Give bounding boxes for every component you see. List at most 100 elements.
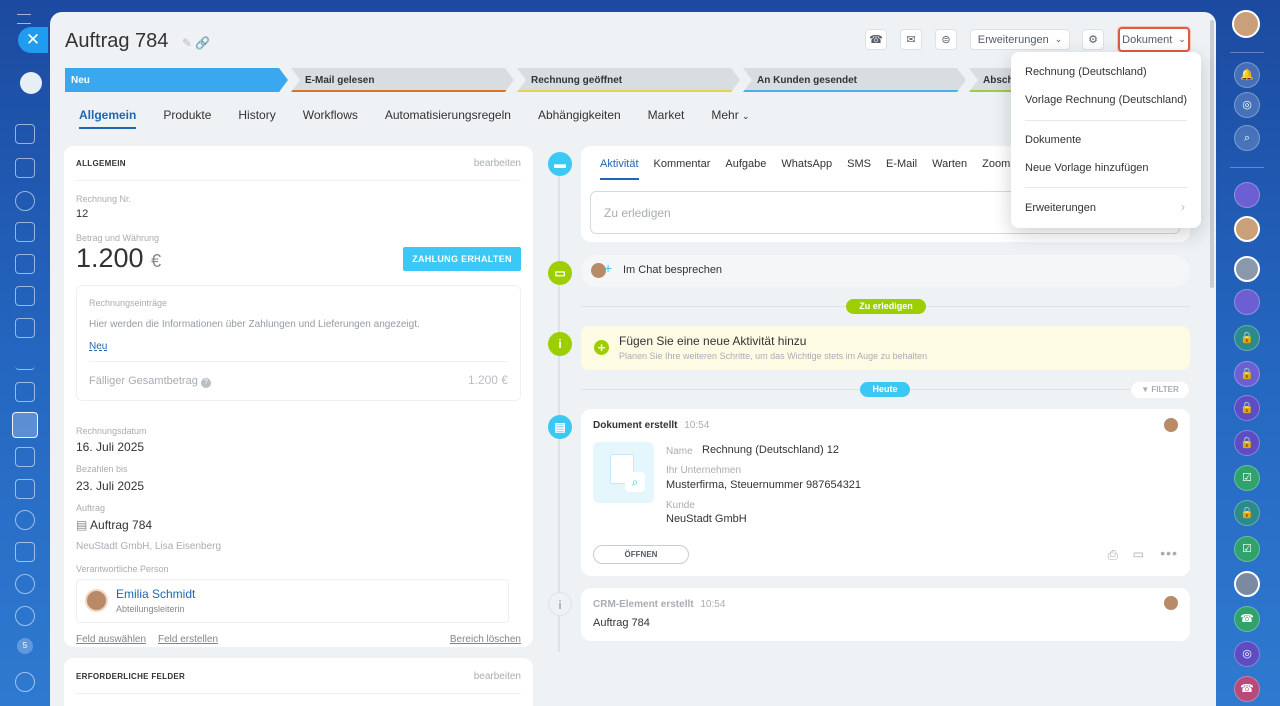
- contacts-icon[interactable]: [15, 191, 35, 211]
- extensions-button[interactable]: Erweiterungen ⌄: [970, 29, 1070, 50]
- tab-dependencies[interactable]: Abhängigkeiten: [538, 108, 621, 129]
- menu-item-invoice-template-de[interactable]: Vorlage Rechnung (Deutschland): [1025, 94, 1187, 106]
- payment-received-button[interactable]: ZAHLUNG ERHALTEN: [403, 247, 521, 271]
- open-document-button[interactable]: ÖFFNEN: [593, 545, 689, 564]
- responsible-name[interactable]: Emilia Schmidt: [116, 587, 195, 601]
- scrollbar[interactable]: [1210, 20, 1214, 288]
- tab-zoom[interactable]: Zoom: [982, 158, 1010, 180]
- tab-automation-rules[interactable]: Automatisierungsregeln: [385, 108, 511, 129]
- help-icon[interactable]: ?: [200, 378, 211, 388]
- stage-neu[interactable]: Neu: [65, 68, 288, 92]
- user-avatar[interactable]: [1232, 10, 1260, 38]
- document-thumbnail-icon[interactable]: ⌕: [593, 442, 654, 503]
- tab-task[interactable]: Aufgabe: [725, 158, 766, 180]
- tab-comment[interactable]: Kommentar: [654, 158, 711, 180]
- shop-icon[interactable]: [15, 382, 35, 402]
- stage-sent-to-client[interactable]: An Kunden gesendet: [743, 68, 966, 92]
- task-chat-icon[interactable]: ☑: [1234, 536, 1260, 562]
- chat-icon[interactable]: [15, 254, 35, 274]
- tab-wait[interactable]: Warten: [932, 158, 967, 180]
- tab-more[interactable]: Mehr ⌄: [711, 108, 749, 129]
- close-icon: ✕: [25, 30, 41, 49]
- settings-button[interactable]: ⚙: [1082, 29, 1104, 50]
- contact-avatar[interactable]: [1234, 256, 1260, 282]
- tab-history[interactable]: History: [238, 108, 275, 129]
- tab-sms[interactable]: SMS: [847, 158, 871, 180]
- menu-item-documents[interactable]: Dokumente: [1025, 134, 1081, 146]
- doc-name-value: Rechnung (Deutschland) 12: [702, 444, 839, 456]
- crm-icon[interactable]: [12, 412, 38, 438]
- select-field-link[interactable]: Feld auswählen: [76, 634, 146, 645]
- bot-icon[interactable]: [15, 574, 35, 594]
- stage-invoice-opened[interactable]: Rechnung geöffnet: [517, 68, 740, 92]
- chat-group-icon[interactable]: [1234, 182, 1260, 208]
- total-due-label: Fälliger Gesamtbetrag ?: [89, 375, 211, 388]
- lock-chat-icon[interactable]: 🔒: [1234, 361, 1260, 387]
- total-label-text: Fälliger Gesamtbetrag: [89, 375, 198, 387]
- task-chat-icon[interactable]: ☑: [1234, 465, 1260, 491]
- tab-allgemein[interactable]: Allgemein: [79, 108, 137, 129]
- tab-produkte[interactable]: Produkte: [163, 108, 211, 129]
- print-icon[interactable]: ⎙: [1108, 547, 1118, 563]
- note-icon[interactable]: ▭: [1133, 547, 1144, 561]
- menu-item-add-template[interactable]: Neue Vorlage hinzufügen: [1025, 162, 1149, 174]
- signature-icon[interactable]: [15, 447, 35, 467]
- lock-chat-icon[interactable]: 🔒: [1234, 325, 1260, 351]
- create-field-link[interactable]: Feld erstellen: [158, 634, 218, 645]
- add-activity-card[interactable]: + Fügen Sie eine neue Aktivität hinzu Pl…: [581, 326, 1190, 370]
- chat-discuss-bar[interactable]: + Im Chat besprechen: [581, 255, 1190, 287]
- chat-button[interactable]: ⊜: [935, 29, 957, 50]
- tab-activity[interactable]: Aktivität: [600, 158, 639, 180]
- contact-avatar[interactable]: [1234, 216, 1260, 242]
- edit-section-link[interactable]: bearbeiten: [474, 158, 521, 169]
- add-entry-link[interactable]: Neu: [89, 341, 107, 352]
- phone-chat-icon[interactable]: ☎: [1234, 676, 1260, 702]
- goals-icon[interactable]: [15, 606, 35, 626]
- order-link[interactable]: ▤ Auftrag 784: [76, 518, 152, 532]
- responsible-role: Abteilungsleiterin: [116, 604, 185, 614]
- document-button[interactable]: Dokument ⌄: [1118, 27, 1190, 52]
- feed-icon[interactable]: [15, 124, 35, 144]
- documents-icon[interactable]: [15, 222, 35, 242]
- analytics-icon[interactable]: [15, 350, 35, 370]
- chevron-right-icon: ›: [1181, 200, 1185, 214]
- search-chat-icon[interactable]: ⌕: [1234, 125, 1260, 151]
- openline-icon[interactable]: ◎: [1234, 641, 1260, 667]
- menu-item-invoice-de[interactable]: Rechnung (Deutschland): [1025, 66, 1147, 78]
- settings-icon[interactable]: [15, 672, 35, 692]
- tab-whatsapp[interactable]: WhatsApp: [781, 158, 832, 180]
- pulse-icon[interactable]: ◎: [1234, 92, 1260, 118]
- chat-group-icon[interactable]: [1234, 289, 1260, 315]
- messages-icon[interactable]: [15, 479, 35, 499]
- delete-section-link[interactable]: Bereich löschen: [450, 634, 521, 645]
- calendar-icon[interactable]: [15, 542, 35, 562]
- support-icon[interactable]: [15, 510, 35, 530]
- phone-chat-icon[interactable]: ☎: [1234, 606, 1260, 632]
- menu-icon[interactable]: [17, 14, 31, 24]
- divider: [76, 693, 521, 694]
- stage-email-read[interactable]: E-Mail gelesen: [291, 68, 514, 92]
- chat-discuss-label: Im Chat besprechen: [623, 264, 723, 276]
- tab-workflows[interactable]: Workflows: [303, 108, 358, 129]
- tasks-icon[interactable]: [15, 158, 35, 178]
- lock-chat-icon[interactable]: 🔒: [1234, 500, 1260, 526]
- lock-chat-icon[interactable]: 🔒: [1234, 430, 1260, 456]
- lock-chat-icon[interactable]: 🔒: [1234, 395, 1260, 421]
- more-icon[interactable]: •••: [1160, 545, 1178, 561]
- tab-email[interactable]: E-Mail: [886, 158, 917, 180]
- phone-button[interactable]: ☎: [865, 29, 887, 50]
- mail-button[interactable]: ✉: [900, 29, 922, 50]
- crm-item-link[interactable]: Auftrag 784: [593, 617, 650, 629]
- minimize-icon[interactable]: [20, 72, 42, 94]
- edit-section-link[interactable]: bearbeiten: [474, 671, 521, 682]
- cards-icon[interactable]: [15, 286, 35, 306]
- tab-market[interactable]: Market: [648, 108, 685, 129]
- edit-title-icon[interactable]: ✎ 🔗: [182, 36, 210, 50]
- close-slider-button[interactable]: ✕: [18, 27, 48, 53]
- contact-avatar[interactable]: [1234, 571, 1260, 597]
- responsible-person-box[interactable]: Emilia Schmidt Abteilungsleiterin: [76, 579, 509, 623]
- menu-item-extensions[interactable]: Erweiterungen: [1025, 202, 1096, 214]
- sites-icon[interactable]: [15, 318, 35, 338]
- filter-button[interactable]: ▼ FILTER: [1131, 382, 1189, 398]
- notifications-icon[interactable]: 🔔: [1234, 62, 1260, 88]
